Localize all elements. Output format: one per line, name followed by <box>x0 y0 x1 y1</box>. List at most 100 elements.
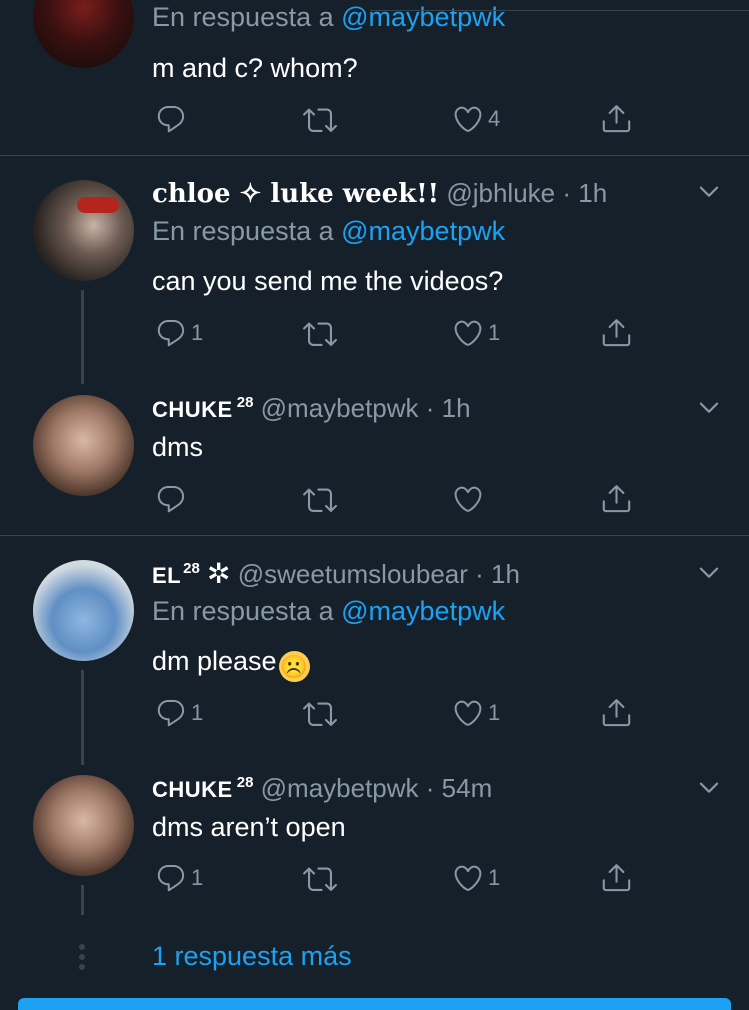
reply-prefix: En respuesta a <box>152 596 342 626</box>
retweet-icon <box>303 317 337 351</box>
share-button[interactable] <box>600 482 633 515</box>
heart-icon <box>452 697 484 729</box>
tweet-text: dms <box>152 432 204 462</box>
reply-handle-link[interactable]: @maybetpwk <box>341 216 505 246</box>
user-handle[interactable]: @maybetpwk <box>261 773 419 803</box>
tweet-time: · 1h <box>475 559 520 589</box>
tweet-header: chloe ✧ luke week!! @jbhluke · 1h <box>152 178 607 209</box>
retweet-button[interactable] <box>303 483 337 517</box>
reply-icon <box>155 317 187 349</box>
avatar[interactable] <box>33 560 134 661</box>
share-button[interactable] <box>600 316 633 349</box>
like-button[interactable]: 1 <box>452 697 500 729</box>
share-icon <box>600 696 633 729</box>
reply-button[interactable]: 1 <box>155 697 203 729</box>
reply-button[interactable]: 1 <box>155 317 203 349</box>
share-icon <box>600 102 633 135</box>
tweet-time: · 54m <box>425 773 493 803</box>
name-superscript: 28 <box>183 560 200 578</box>
retweet-button[interactable] <box>303 697 337 731</box>
display-name[interactable]: CHUKE <box>152 777 233 802</box>
tweet-menu-button[interactable] <box>696 394 722 425</box>
share-button[interactable] <box>600 102 633 135</box>
divider <box>0 155 749 156</box>
tweet-menu-button[interactable] <box>696 559 722 590</box>
user-handle[interactable]: @maybetpwk <box>261 393 419 423</box>
heart-icon <box>452 317 484 349</box>
tweet-text: m and c? whom? <box>152 53 358 83</box>
reply-button[interactable] <box>155 483 187 515</box>
ellipsis-vertical-icon <box>78 944 86 970</box>
tweet-text: dm please <box>152 646 277 676</box>
reply-icon <box>155 862 187 894</box>
heart-icon <box>452 483 484 515</box>
tweet-text: dms aren’t open <box>152 812 346 842</box>
share-icon <box>600 316 633 349</box>
tweet-time: · 1h <box>425 393 471 423</box>
share-button[interactable] <box>600 696 633 729</box>
heart-icon <box>452 862 484 894</box>
like-button[interactable] <box>452 483 484 515</box>
tweet-text: can you send me the videos? <box>152 266 504 296</box>
like-count: 1 <box>488 320 501 345</box>
reply-count: 1 <box>191 320 204 345</box>
name-superscript: 28 <box>236 394 254 412</box>
avatar-detail <box>77 197 119 213</box>
display-name[interactable]: EL <box>152 563 181 588</box>
tweet-menu-button[interactable] <box>696 774 722 805</box>
avatar[interactable] <box>33 395 134 496</box>
reply-count: 1 <box>191 700 204 725</box>
share-icon <box>600 861 633 894</box>
retweet-icon <box>303 697 337 731</box>
reply-icon <box>155 483 187 515</box>
heart-icon <box>452 103 484 135</box>
retweet-icon <box>303 103 337 137</box>
reply-count: 1 <box>191 865 204 890</box>
reply-button[interactable]: 1 <box>155 862 203 894</box>
chevron-down-icon <box>696 394 722 420</box>
like-button[interactable]: 4 <box>452 103 500 135</box>
tweet-menu-button[interactable] <box>696 178 722 209</box>
divider <box>370 10 749 11</box>
share-button[interactable] <box>600 861 633 894</box>
tweet-header: EL 28 ✲ @sweetumsloubear · 1h <box>152 557 520 590</box>
reply-context: En respuesta a @maybetpwk <box>152 2 505 33</box>
avatar[interactable] <box>33 0 134 68</box>
reply-prefix: En respuesta a <box>152 216 342 246</box>
more-replies-link[interactable]: 1 respuesta más <box>152 941 352 972</box>
reply-context: En respuesta a @maybetpwk <box>152 216 505 247</box>
user-handle[interactable]: @sweetumsloubear <box>238 559 468 589</box>
chevron-down-icon <box>696 178 722 204</box>
reply-context: En respuesta a @maybetpwk <box>152 596 505 627</box>
bottom-bar-edge <box>18 998 731 1010</box>
reply-button[interactable] <box>155 103 187 135</box>
like-count: 1 <box>488 865 501 890</box>
chevron-down-icon <box>696 774 722 800</box>
avatar[interactable] <box>33 775 134 876</box>
name-superscript: 28 <box>236 774 254 792</box>
like-count: 4 <box>488 106 501 131</box>
avatar[interactable] <box>33 180 134 281</box>
like-button[interactable]: 1 <box>452 317 500 349</box>
reply-handle-link[interactable]: @maybetpwk <box>341 596 505 626</box>
reply-handle-link[interactable]: @maybetpwk <box>341 2 505 32</box>
share-icon <box>600 482 633 515</box>
frowning-face-emoji: ☹️ <box>278 651 310 682</box>
name-symbol: ✲ <box>207 558 231 589</box>
thread-line <box>81 290 84 384</box>
reply-prefix: En respuesta a <box>152 2 342 32</box>
reply-icon <box>155 103 187 135</box>
tweet-text-line: dm please ☹️ <box>152 646 310 682</box>
retweet-button[interactable] <box>303 317 337 351</box>
tweet-header: CHUKE 28 @maybetpwk · 54m <box>152 773 492 804</box>
display-name[interactable]: chloe ✧ luke week!! <box>152 179 439 209</box>
display-name[interactable]: CHUKE <box>152 397 233 422</box>
retweet-button[interactable] <box>303 103 337 137</box>
user-handle[interactable]: @jbhluke <box>446 178 555 208</box>
like-button[interactable]: 1 <box>452 862 500 894</box>
divider <box>0 535 749 536</box>
retweet-icon <box>303 483 337 517</box>
chevron-down-icon <box>696 559 722 585</box>
retweet-button[interactable] <box>303 862 337 896</box>
like-count: 1 <box>488 700 501 725</box>
